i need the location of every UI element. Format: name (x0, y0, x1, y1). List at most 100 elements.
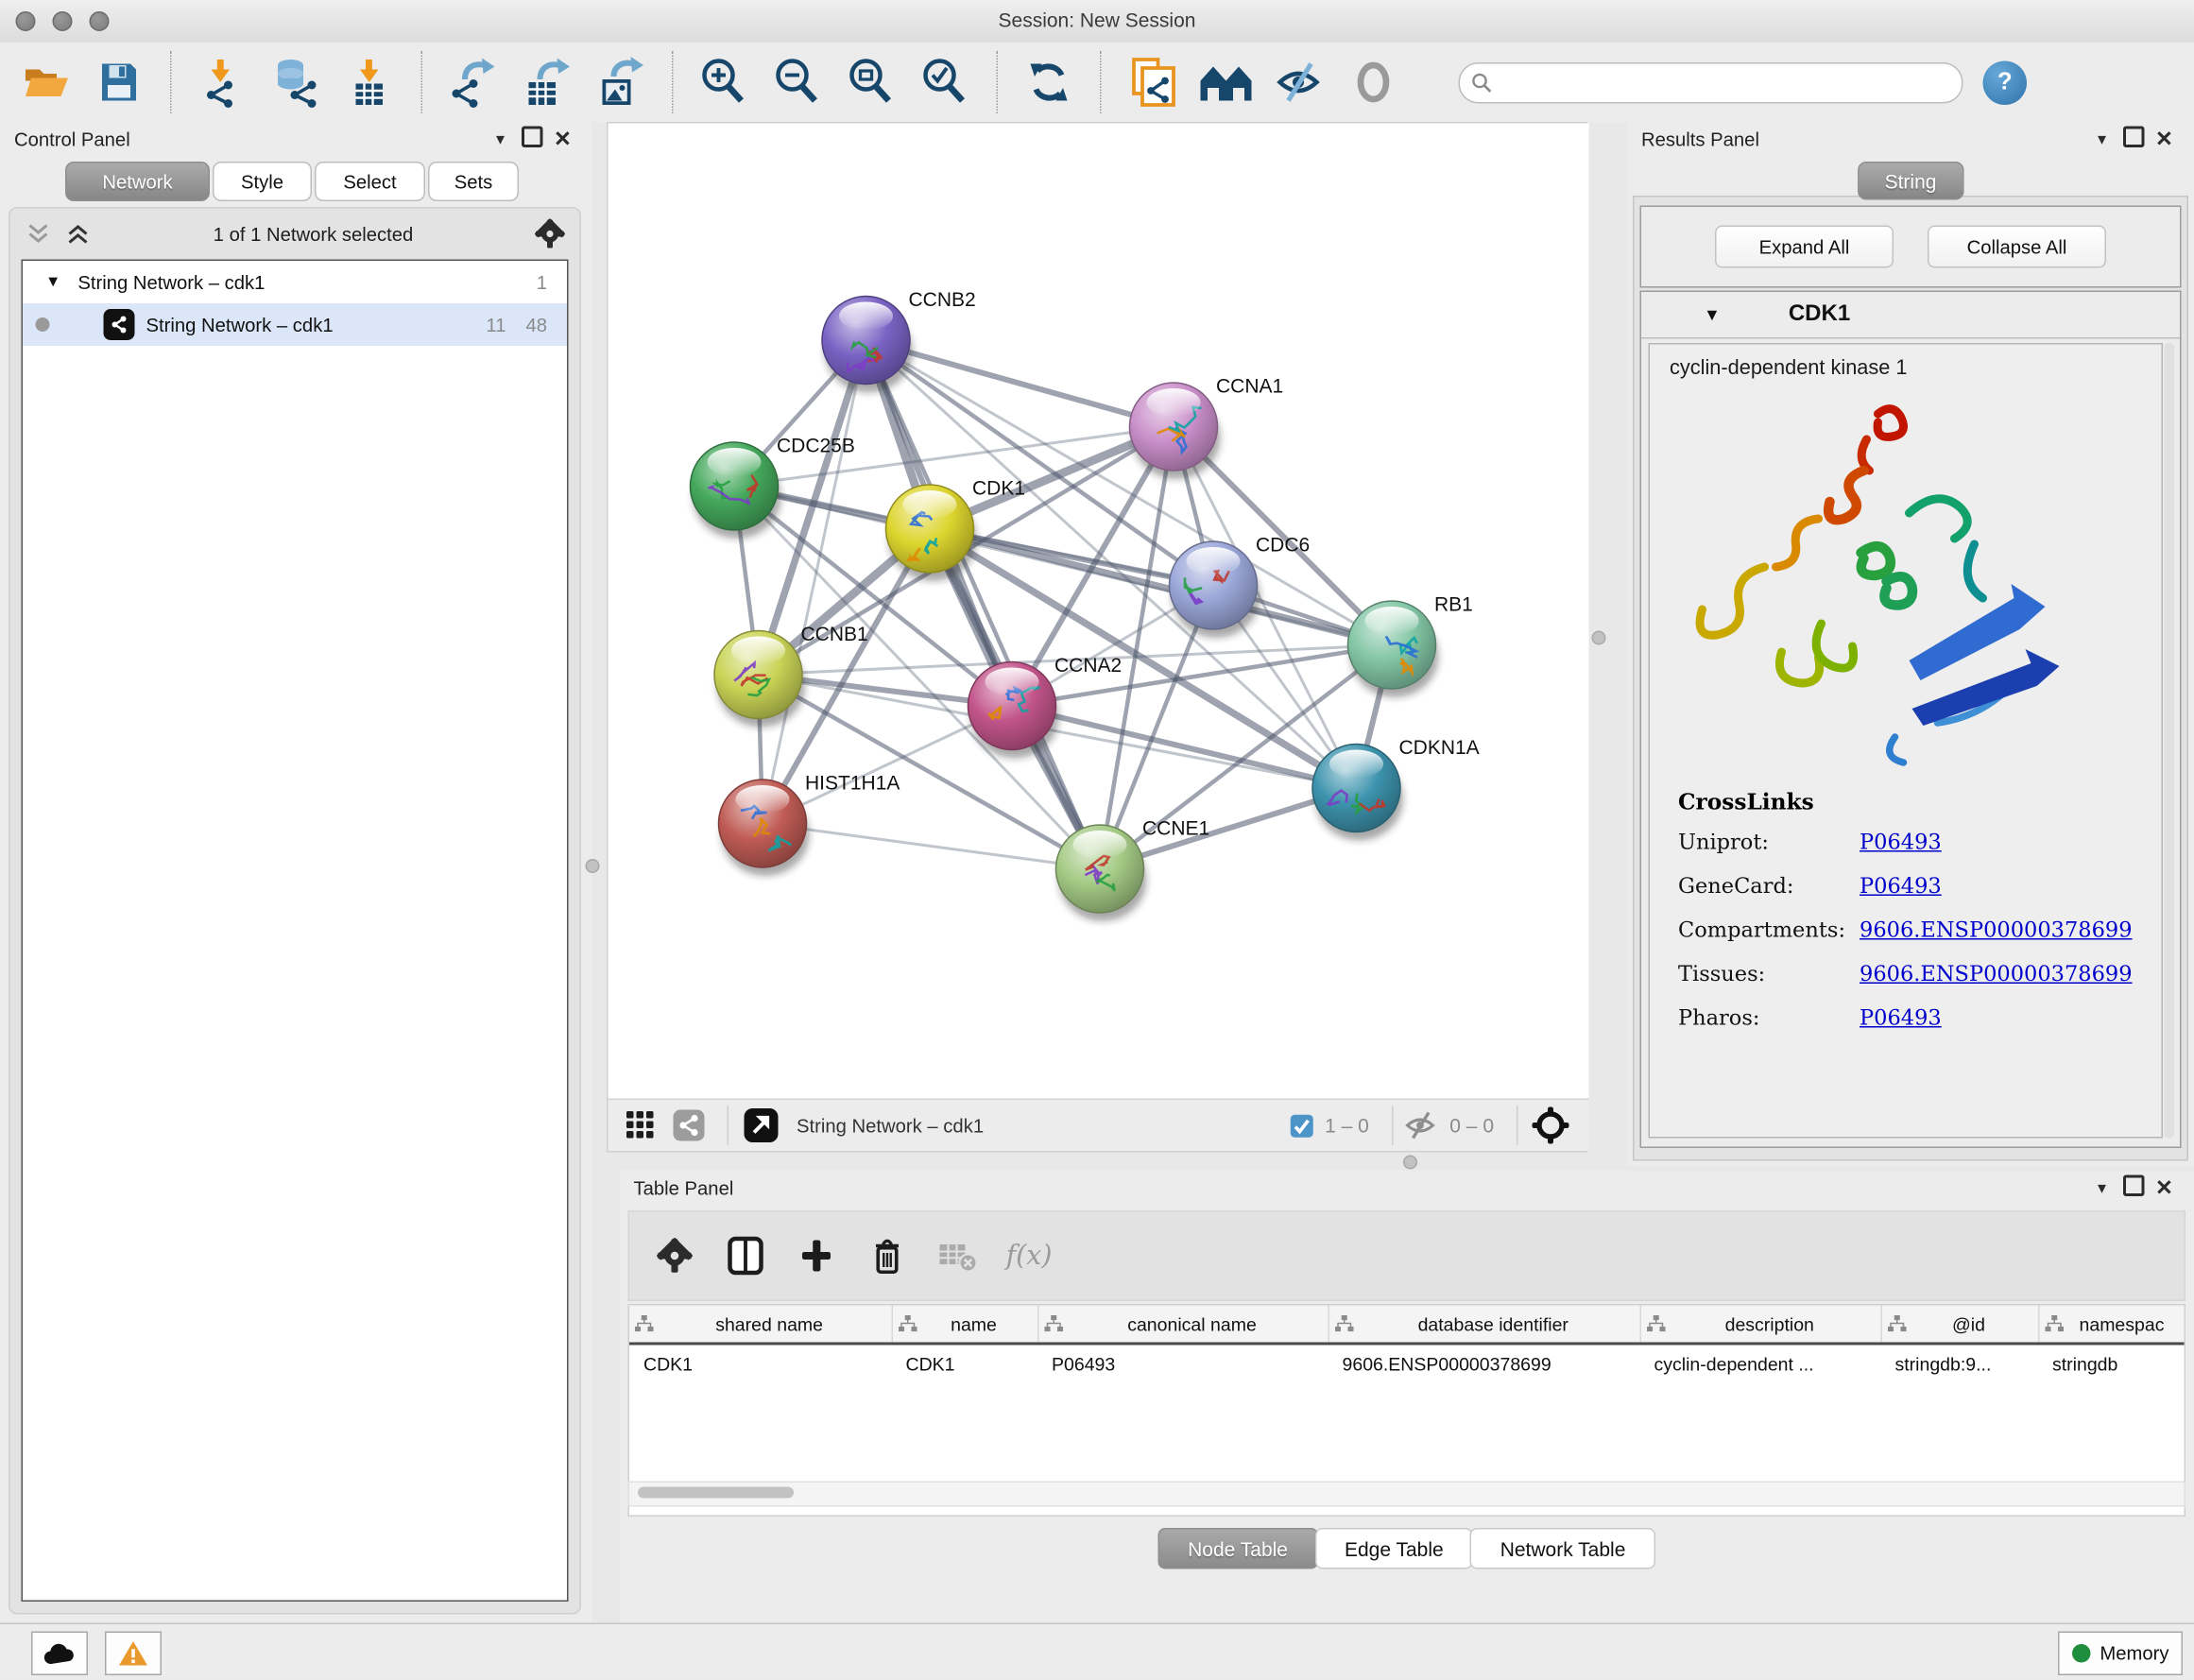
tab-select[interactable]: Select (315, 162, 425, 201)
node-label: CCNE1 (1142, 818, 1209, 840)
table-panel-close-button[interactable]: ✕ (2149, 1175, 2180, 1201)
network-node-cdkn1a[interactable]: CDKN1A (1312, 737, 1480, 841)
memory-label: Memory (2100, 1643, 2168, 1665)
pharos-link[interactable]: P06493 (1860, 1005, 1942, 1031)
zoom-selected-button[interactable] (909, 51, 983, 113)
warnings-button[interactable] (105, 1632, 162, 1676)
left-splitter-handle[interactable] (586, 859, 600, 873)
entry-collapse-triangle[interactable]: ▼ (1704, 305, 1721, 325)
network-node-hist1h1a[interactable]: HIST1H1A (719, 773, 900, 877)
search-input[interactable] (1500, 70, 1950, 94)
collection-label: String Network – cdk1 (77, 271, 265, 293)
column-header[interactable]: canonical name (1037, 1306, 1328, 1345)
zoom-in-button[interactable] (688, 51, 762, 113)
column-header[interactable]: namespac (2038, 1306, 2185, 1345)
column-header[interactable]: @id (1881, 1306, 2039, 1345)
expand-all-button[interactable]: Expand All (1715, 226, 1894, 268)
right-splitter-handle[interactable] (1592, 631, 1606, 645)
import-network-from-database-button[interactable] (260, 51, 334, 113)
network-node-count: 11 (486, 314, 506, 335)
table-panel-float-button[interactable]: ▾ (2086, 1178, 2117, 1198)
column-header[interactable]: database identifier (1328, 1306, 1640, 1345)
tab-string[interactable]: String (1858, 162, 1963, 200)
network-collection-row[interactable]: ▼ String Network – cdk1 1 (23, 261, 567, 303)
table-row[interactable]: CDK1 CDK1 P06493 9606.ENSP00000378699 cy… (629, 1344, 2185, 1383)
table-options-button[interactable] (652, 1233, 697, 1278)
control-panel-float-button[interactable]: ▾ (485, 129, 516, 149)
crosslink-row: Pharos: P06493 (1678, 1005, 2162, 1031)
search-field[interactable] (1459, 61, 1963, 103)
expand-all-networks-icon[interactable] (64, 221, 93, 247)
open-session-button[interactable] (9, 51, 82, 113)
collapse-all-networks-icon[interactable] (25, 221, 53, 247)
cloud-icon (44, 1642, 76, 1665)
help-button[interactable]: ? (1983, 60, 2028, 105)
export-table-button[interactable] (510, 51, 584, 113)
detach-view-button[interactable] (740, 1106, 782, 1145)
zoom-selected-icon (920, 57, 971, 108)
zoom-fit-button[interactable] (835, 51, 909, 113)
network-node-ccna1[interactable]: CCNA1 (1130, 376, 1284, 480)
delete-table-icon (938, 1239, 978, 1273)
zoom-out-button[interactable] (762, 51, 835, 113)
uniprot-link[interactable]: P06493 (1860, 830, 1942, 855)
add-column-button[interactable] (794, 1233, 839, 1278)
network-node-ccnb2[interactable]: CCNB2 (822, 289, 976, 393)
share-button-icon (672, 1108, 706, 1142)
results-panel-float-button[interactable]: ▾ (2086, 129, 2117, 149)
scrollbar-thumb[interactable] (638, 1487, 794, 1499)
node-label: RB1 (1434, 594, 1473, 616)
plus-icon (799, 1238, 833, 1275)
network-node-cdc25b[interactable]: CDC25B (691, 436, 855, 540)
column-header[interactable]: description (1640, 1306, 1881, 1345)
tab-style[interactable]: Style (213, 162, 312, 201)
hide-selected-button[interactable] (1263, 51, 1337, 113)
export-image-button[interactable] (584, 51, 658, 113)
table-header-row: shared name name canonical name database… (629, 1306, 2185, 1345)
node-label: CCNB2 (909, 289, 976, 311)
network-node-ccne1[interactable]: CCNE1 (1056, 818, 1210, 922)
save-session-button[interactable] (82, 51, 156, 113)
tab-network[interactable]: Network (65, 162, 210, 201)
network-row-selected[interactable]: String Network – cdk1 11 48 (23, 303, 567, 346)
import-table-button[interactable] (334, 51, 407, 113)
bottom-splitter-handle[interactable] (1403, 1156, 1417, 1170)
network-node-rb1[interactable]: RB1 (1348, 594, 1473, 698)
compartments-link[interactable]: 9606.ENSP00000378699 (1860, 917, 2133, 943)
show-all-button[interactable] (1337, 51, 1411, 113)
network-node-ccna2[interactable]: CCNA2 (968, 655, 1123, 759)
control-panel-close-button[interactable]: ✕ (547, 127, 578, 152)
network-options-gear-icon[interactable] (535, 218, 566, 249)
memory-button[interactable]: Memory (2058, 1632, 2183, 1676)
tissues-link[interactable]: 9606.ENSP00000378699 (1860, 961, 2133, 986)
tab-edge-table[interactable]: Edge Table (1314, 1528, 1473, 1569)
tab-node-table[interactable]: Node Table (1158, 1528, 1318, 1569)
refresh-view-button[interactable] (1012, 51, 1086, 113)
birds-eye-view-button[interactable] (1530, 1106, 1572, 1145)
results-panel-maximize-button[interactable] (2117, 127, 2149, 152)
column-header[interactable]: name (892, 1306, 1038, 1345)
cloud-status-button[interactable] (31, 1632, 88, 1676)
genecard-link[interactable]: P06493 (1860, 873, 1942, 899)
table-horizontal-scrollbar[interactable] (628, 1482, 2186, 1507)
delete-column-button[interactable] (865, 1233, 910, 1278)
show-hide-graphics-button[interactable] (1190, 51, 1263, 113)
network-canvas[interactable]: CCNB2CCNA1CDC25BCDK1CDC6RB1CCNB1CCNA2CDK… (608, 124, 1589, 1102)
import-network-button[interactable] (186, 51, 260, 113)
table-panel-maximize-button[interactable] (2117, 1175, 2149, 1201)
entry-header[interactable]: ▼ CDK1 (1641, 292, 2180, 339)
tab-network-table[interactable]: Network Table (1470, 1528, 1655, 1569)
control-panel-maximize-button[interactable] (516, 127, 547, 152)
tab-sets[interactable]: Sets (428, 162, 519, 201)
show-columns-button[interactable] (723, 1233, 768, 1278)
export-network-button[interactable] (437, 51, 510, 113)
collapse-all-button[interactable]: Collapse All (1928, 226, 2106, 268)
annotation-mode-button[interactable] (1116, 51, 1190, 113)
open-folder-icon (20, 60, 71, 105)
results-panel-close-button[interactable]: ✕ (2149, 127, 2180, 152)
grid-view-button[interactable] (620, 1106, 662, 1145)
network-list-button[interactable] (668, 1106, 711, 1145)
results-scrollbar[interactable] (2165, 343, 2175, 1139)
column-header[interactable]: shared name (629, 1306, 892, 1345)
selected-checkbox-icon[interactable] (1290, 1113, 1314, 1138)
